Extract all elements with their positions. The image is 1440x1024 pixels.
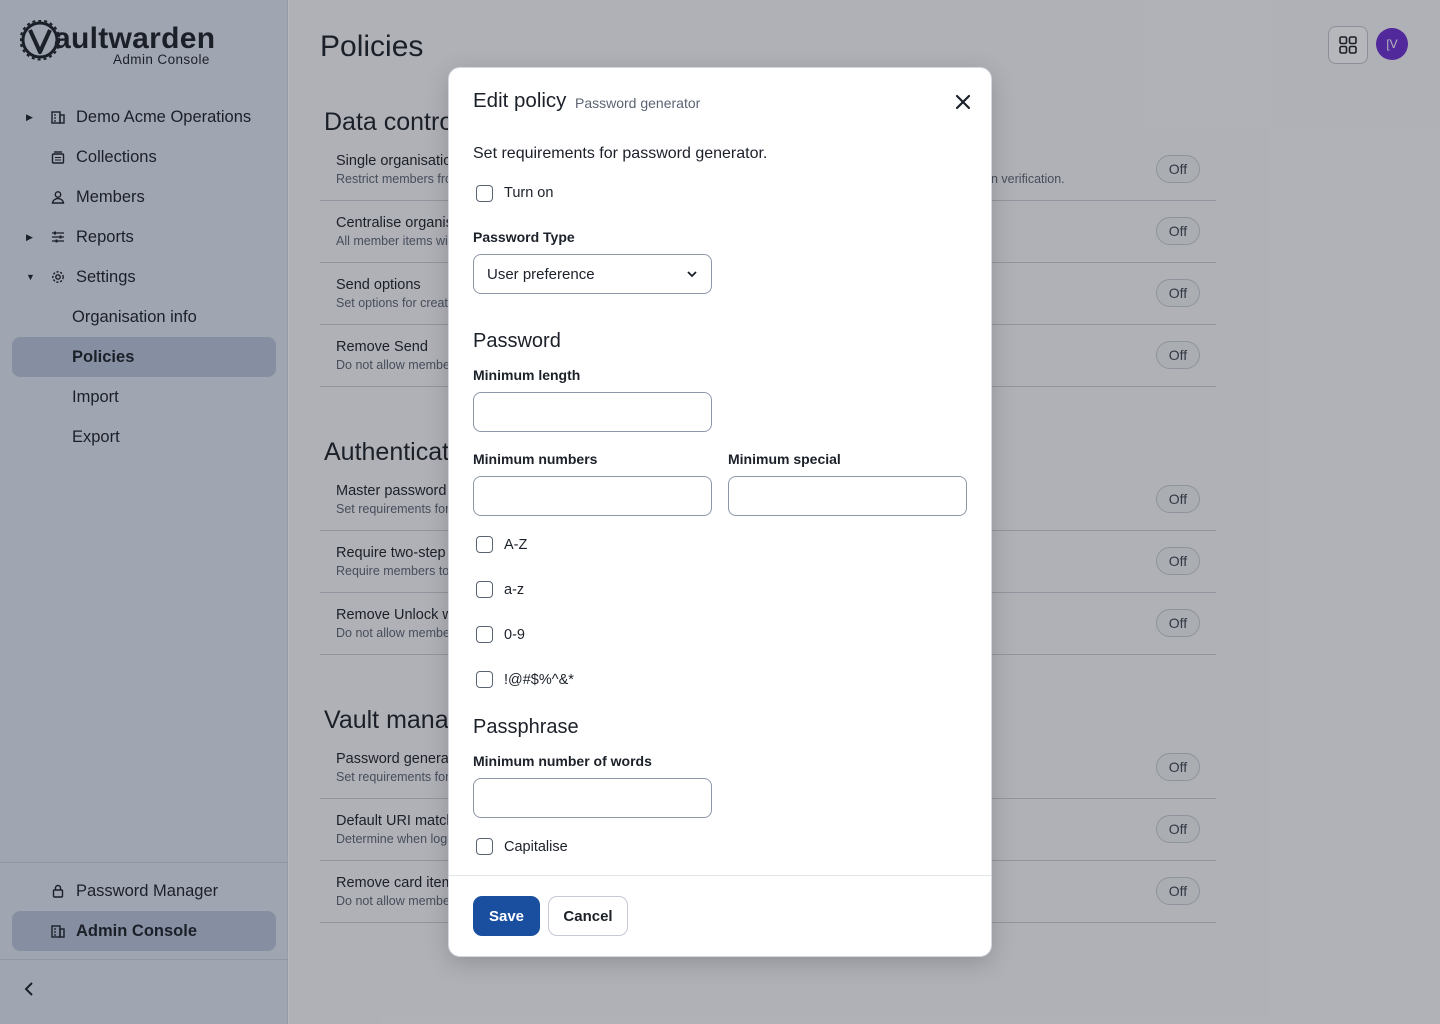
numbers-label: 0-9 — [504, 627, 525, 643]
lowercase-label: a-z — [504, 582, 525, 598]
capitalise-checkbox[interactable] — [476, 838, 493, 855]
dialog-title: Edit policy — [473, 89, 567, 112]
special-label: !@#$%^&* — [504, 672, 574, 688]
special-checkbox[interactable] — [476, 671, 493, 688]
password-type-select[interactable]: User preference — [473, 254, 712, 294]
min-special-input[interactable] — [728, 476, 967, 516]
min-numbers-input[interactable] — [473, 476, 712, 516]
numbers-checkbox[interactable] — [476, 626, 493, 643]
turn-on-checkbox[interactable] — [476, 185, 493, 202]
min-words-label: Minimum number of words — [473, 753, 652, 769]
min-special-label: Minimum special — [728, 451, 841, 467]
capitalise-label: Capitalise — [504, 839, 568, 855]
edit-policy-dialog: Edit policy Password generator Set requi… — [448, 67, 992, 957]
close-dialog-button[interactable] — [949, 88, 977, 116]
dialog-footer-divider — [449, 875, 991, 876]
min-numbers-label: Minimum numbers — [473, 451, 598, 467]
min-words-input[interactable] — [473, 778, 712, 818]
dialog-description: Set requirements for password generator. — [473, 145, 768, 162]
password-type-label: Password Type — [473, 229, 575, 245]
min-length-input[interactable] — [473, 392, 712, 432]
uppercase-checkbox[interactable] — [476, 536, 493, 553]
lowercase-checkbox[interactable] — [476, 581, 493, 598]
chevron-down-icon — [687, 271, 697, 278]
dialog-subtitle: Password generator — [575, 95, 701, 111]
close-icon — [955, 94, 971, 110]
uppercase-label: A-Z — [504, 537, 528, 553]
password-type-value: User preference — [487, 266, 595, 283]
password-heading: Password — [473, 330, 561, 352]
passphrase-heading: Passphrase — [473, 716, 579, 738]
save-button[interactable]: Save — [473, 896, 540, 936]
turn-on-label: Turn on — [504, 185, 554, 201]
cancel-button[interactable]: Cancel — [548, 896, 628, 936]
min-length-label: Minimum length — [473, 367, 581, 383]
